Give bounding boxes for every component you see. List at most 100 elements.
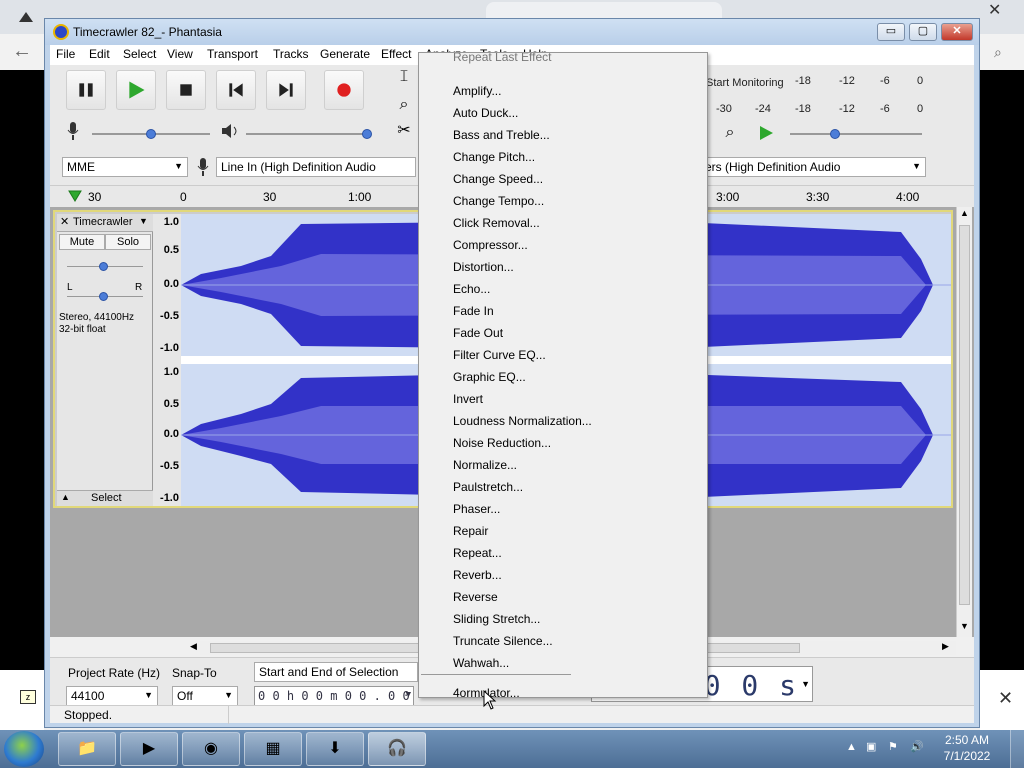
vertical-scroll-thumb[interactable]: [959, 225, 970, 605]
menu-item-repeat[interactable]: Repeat...: [419, 542, 707, 564]
maximize-button[interactable]: ▢: [909, 23, 937, 41]
skip-end-button[interactable]: [266, 70, 306, 110]
recording-device-select[interactable]: Line In (High Definition Audio: [216, 157, 416, 177]
close-button[interactable]: ✕: [941, 23, 973, 41]
notification-close-icon[interactable]: ✕: [998, 688, 1013, 709]
menu-item-fade-in[interactable]: Fade In: [419, 300, 707, 322]
menu-item-graphic-eq[interactable]: Graphic EQ...: [419, 366, 707, 388]
title-bar[interactable]: Timecrawler 82_- Phantasia ▭ ▢ ✕: [45, 19, 979, 45]
scroll-left-icon[interactable]: ◀: [190, 641, 197, 652]
project-rate-select[interactable]: 44100 ▼: [66, 686, 158, 706]
play-speed-knob[interactable]: [830, 129, 840, 139]
menu-item-paulstretch[interactable]: Paulstretch...: [419, 476, 707, 498]
selection-tool-icon[interactable]: 𝙸: [392, 65, 416, 89]
taskbar-explorer[interactable]: 📁: [58, 732, 116, 766]
menu-item-noise-reduction[interactable]: Noise Reduction...: [419, 432, 707, 454]
menu-item-reverb[interactable]: Reverb...: [419, 564, 707, 586]
mute-button[interactable]: Mute: [59, 234, 105, 250]
menu-item-compressor[interactable]: Compressor...: [419, 234, 707, 256]
show-desktop-button[interactable]: [1010, 730, 1024, 768]
menu-effect[interactable]: Effect: [381, 47, 411, 61]
volume-icon[interactable]: 🔊: [910, 740, 924, 753]
menu-item-filter-curve-eq[interactable]: Filter Curve EQ...: [419, 344, 707, 366]
menu-edit[interactable]: Edit: [89, 47, 110, 61]
menu-generate[interactable]: Generate: [320, 47, 370, 61]
menu-tracks[interactable]: Tracks: [273, 47, 309, 61]
scroll-down-icon[interactable]: ▼: [960, 621, 969, 631]
taskbar-installer[interactable]: ⬇: [306, 732, 364, 766]
menu-item-click-removal[interactable]: Click Removal...: [419, 212, 707, 234]
taskbar-clock[interactable]: 2:50 AM 7/1/2022: [930, 732, 1004, 764]
pause-button[interactable]: [66, 70, 106, 110]
playback-volume-knob[interactable]: [362, 129, 372, 139]
menu-item-wahwah[interactable]: Wahwah...: [419, 652, 707, 674]
skip-start-button[interactable]: [216, 70, 256, 110]
menu-file[interactable]: File: [56, 47, 75, 61]
play-at-speed-icon[interactable]: [756, 123, 776, 143]
scroll-up-icon[interactable]: ▲: [960, 208, 969, 218]
menu-item-auto-duck[interactable]: Auto Duck...: [419, 102, 707, 124]
repeat-last-effect-item[interactable]: Repeat Last Effect: [453, 53, 552, 64]
taskbar-audacity[interactable]: 🎧: [368, 732, 426, 766]
menu-item-distortion[interactable]: Distortion...: [419, 256, 707, 278]
taskbar-media-player[interactable]: ▶: [120, 732, 178, 766]
taskbar-chrome[interactable]: ◉: [182, 732, 240, 766]
stop-button[interactable]: [166, 70, 206, 110]
menu-item-bass-treble[interactable]: Bass and Treble...: [419, 124, 707, 146]
menu-item-normalize[interactable]: Normalize...: [419, 454, 707, 476]
snap-to-select[interactable]: Off ▼: [172, 686, 238, 706]
menu-item-echo[interactable]: Echo...: [419, 278, 707, 300]
browser-close-icon[interactable]: ✕: [988, 0, 1001, 20]
zoom-icon[interactable]: ⌕: [994, 44, 1002, 61]
selection-mode-select[interactable]: Start and End of Selection: [254, 662, 418, 682]
trim-tool-icon[interactable]: ✂: [392, 119, 416, 143]
menu-item-change-tempo[interactable]: Change Tempo...: [419, 190, 707, 212]
playback-volume-slider[interactable]: [246, 133, 366, 135]
solo-button[interactable]: Solo: [105, 234, 151, 250]
back-arrow-icon[interactable]: ←: [12, 40, 32, 63]
menu-item-truncate-silence[interactable]: Truncate Silence...: [419, 630, 707, 652]
menu-item-change-speed[interactable]: Change Speed...: [419, 168, 707, 190]
taskbar-monitor[interactable]: ▦: [244, 732, 302, 766]
menu-item-reverse[interactable]: Reverse: [419, 586, 707, 608]
chevron-down-icon[interactable]: ▼: [406, 690, 411, 700]
scroll-right-icon[interactable]: ▶: [942, 641, 949, 652]
menu-item-loudness-normalization[interactable]: Loudness Normalization...: [419, 410, 707, 432]
record-button[interactable]: [324, 70, 364, 110]
network-icon[interactable]: ▣: [866, 740, 876, 753]
play-speed-slider[interactable]: [790, 133, 922, 135]
playback-device-select[interactable]: ers (High Definition Audio ▼: [700, 157, 926, 177]
play-button[interactable]: [116, 70, 156, 110]
start-button[interactable]: [4, 731, 44, 767]
selection-start-time[interactable]: 0 0 h 0 0 m 0 0 . 0 0 0 s ▼: [254, 686, 414, 717]
select-track-button[interactable]: Select: [91, 492, 122, 504]
menu-view[interactable]: View: [167, 47, 193, 61]
menu-item-change-pitch[interactable]: Change Pitch...: [419, 146, 707, 168]
start-monitoring-label[interactable]: Start Monitoring: [706, 77, 784, 89]
minimize-button[interactable]: ▭: [877, 23, 905, 41]
track-name-header[interactable]: ✕ Timecrawler ▼: [57, 214, 153, 232]
menu-item-invert[interactable]: Invert: [419, 388, 707, 410]
menu-item-vocoder[interactable]: 4ormulator...: [419, 682, 707, 697]
zoom-in-icon[interactable]: ⌕: [718, 121, 742, 145]
menu-select[interactable]: Select: [123, 47, 156, 61]
zoom-tool-icon[interactable]: ⌕: [392, 93, 416, 117]
pan-knob[interactable]: [99, 292, 108, 301]
notification-icon[interactable]: z: [20, 690, 36, 704]
menu-item-amplify[interactable]: Amplify...: [419, 80, 707, 102]
menu-item-phaser[interactable]: Phaser...: [419, 498, 707, 520]
audio-host-select[interactable]: MME ▼: [62, 157, 188, 177]
collapse-track-icon[interactable]: ▲: [61, 492, 70, 502]
menu-transport[interactable]: Transport: [207, 47, 258, 61]
track-close-icon[interactable]: ✕: [60, 215, 69, 228]
chevron-down-icon[interactable]: ▼: [801, 679, 810, 689]
gain-knob[interactable]: [99, 262, 108, 271]
menu-item-fade-out[interactable]: Fade Out: [419, 322, 707, 344]
tray-expand-icon[interactable]: ▲: [846, 741, 857, 753]
vertical-scrollbar[interactable]: ▲ ▼: [956, 207, 972, 637]
flag-icon[interactable]: ⚑: [888, 740, 898, 753]
menu-item-sliding-stretch[interactable]: Sliding Stretch...: [419, 608, 707, 630]
recording-volume-knob[interactable]: [146, 129, 156, 139]
menu-item-repair[interactable]: Repair: [419, 520, 707, 542]
track-menu-chevron-icon[interactable]: ▼: [139, 216, 148, 226]
